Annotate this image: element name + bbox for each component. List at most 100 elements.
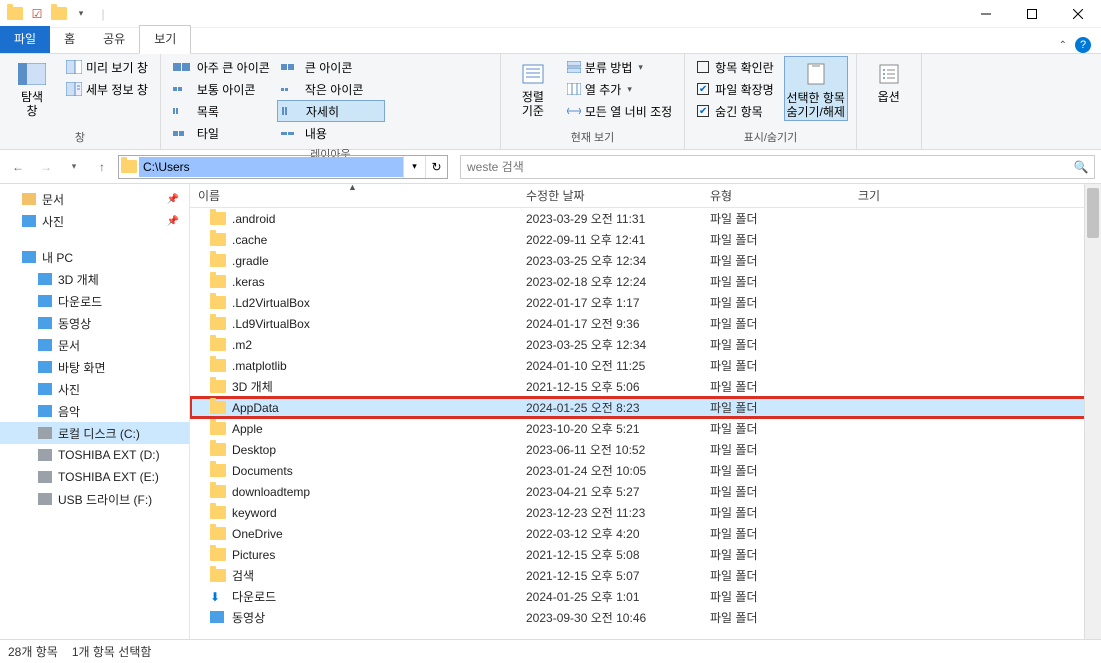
group-by-button[interactable]: 분류 방법▾ <box>563 56 676 78</box>
group-options: 옵션 <box>857 54 922 149</box>
group-current-view-label: 현재 보기 <box>509 127 676 149</box>
side-quick-0[interactable]: 문서📌 <box>0 188 189 210</box>
chk-item-checkboxes[interactable]: 항목 확인란 <box>693 56 778 78</box>
qat-dropdown-icon[interactable]: ▾ <box>72 5 90 23</box>
add-columns-button[interactable]: 열 추가▾ <box>563 78 676 100</box>
table-row[interactable]: AppData2024-01-25 오전 8:23파일 폴더 <box>190 397 1101 418</box>
preview-pane-button[interactable]: 미리 보기 창 <box>62 56 152 78</box>
layout-opt-2[interactable]: 보통 아이콘 <box>169 78 277 100</box>
side-pc-0[interactable]: 3D 개체 <box>0 268 189 290</box>
hide-selected-button[interactable]: 선택한 항목 숨기기/해제 <box>784 56 848 121</box>
chk-hidden-items[interactable]: ✔숨긴 항목 <box>693 100 778 122</box>
side-pc-2[interactable]: 동영상 <box>0 312 189 334</box>
side-pc-8[interactable]: TOSHIBA EXT (D:) <box>0 444 189 466</box>
ribbon-collapse-icon[interactable]: ⌃ <box>1059 40 1067 51</box>
table-row[interactable]: OneDrive2022-03-12 오후 4:20파일 폴더 <box>190 523 1101 544</box>
file-rows[interactable]: .android2023-03-29 오전 11:31파일 폴더.cache20… <box>190 208 1101 639</box>
table-row[interactable]: ⬇다운로드2024-01-25 오후 1:01파일 폴더 <box>190 586 1101 607</box>
table-row[interactable]: .matplotlib2024-01-10 오전 11:25파일 폴더 <box>190 355 1101 376</box>
table-row[interactable]: Apple2023-10-20 오후 5:21파일 폴더 <box>190 418 1101 439</box>
layout-opt-0[interactable]: 아주 큰 아이콘 <box>169 56 277 78</box>
scrollbar-thumb[interactable] <box>1087 188 1099 238</box>
col-size[interactable]: 크기 <box>850 187 930 204</box>
tab-file[interactable]: 파일 <box>0 26 50 53</box>
status-bar: 28개 항목 1개 항목 선택함 <box>0 639 1101 663</box>
layout-opt-3[interactable]: 작은 아이콘 <box>277 78 385 100</box>
size-columns-button[interactable]: 모든 열 너비 조정 <box>563 100 676 122</box>
side-quick-1[interactable]: 사진📌 <box>0 210 189 232</box>
close-button[interactable] <box>1055 0 1101 28</box>
address-input[interactable] <box>139 157 403 177</box>
address-dropdown-icon[interactable]: ▾ <box>403 156 425 178</box>
help-icon[interactable]: ? <box>1075 37 1091 53</box>
layout-opt-5[interactable]: 자세히 <box>277 100 385 122</box>
table-row[interactable]: 검색2021-12-15 오후 5:07파일 폴더 <box>190 565 1101 586</box>
back-button[interactable]: ← <box>6 155 30 179</box>
sidebar[interactable]: 문서📌사진📌 내 PC 3D 개체다운로드동영상문서바탕 화면사진음악로컬 디스… <box>0 184 190 639</box>
col-date[interactable]: 수정한 날짜 <box>518 187 702 204</box>
maximize-button[interactable] <box>1009 0 1055 28</box>
tab-home[interactable]: 홈 <box>50 26 89 53</box>
side-pc-3[interactable]: 문서 <box>0 334 189 356</box>
group-show-hide-label: 표시/숨기기 <box>693 127 848 149</box>
table-row[interactable]: .Ld2VirtualBox2022-01-17 오후 1:17파일 폴더 <box>190 292 1101 313</box>
table-row[interactable]: Documents2023-01-24 오전 10:05파일 폴더 <box>190 460 1101 481</box>
titlebar: ☑ ▾ | <box>0 0 1101 28</box>
ribbon: 탐색 창 미리 보기 창 세부 정보 창 창 아주 큰 아이콘큰 아이콘보통 아… <box>0 54 1101 150</box>
group-panes-label: 창 <box>8 127 152 149</box>
group-layout: 아주 큰 아이콘큰 아이콘보통 아이콘작은 아이콘목록자세히타일내용 레이아웃 <box>161 54 501 149</box>
sort-button[interactable]: 정렬 기준 <box>509 56 557 119</box>
group-current-view: 정렬 기준 분류 방법▾ 열 추가▾ 모든 열 너비 조정 현재 보기 <box>501 54 685 149</box>
status-selection: 1개 항목 선택함 <box>72 643 152 660</box>
col-type[interactable]: 유형 <box>702 187 850 204</box>
table-row[interactable]: .keras2023-02-18 오후 12:24파일 폴더 <box>190 271 1101 292</box>
qat-checkbox-icon[interactable]: ☑ <box>28 5 46 23</box>
table-row[interactable]: Desktop2023-06-11 오전 10:52파일 폴더 <box>190 439 1101 460</box>
side-pc-9[interactable]: TOSHIBA EXT (E:) <box>0 466 189 488</box>
chk-file-extensions[interactable]: ✔파일 확장명 <box>693 78 778 100</box>
details-pane-button[interactable]: 세부 정보 창 <box>62 78 152 100</box>
side-pc-1[interactable]: 다운로드 <box>0 290 189 312</box>
layout-opt-4[interactable]: 목록 <box>169 100 277 122</box>
layout-opt-7[interactable]: 내용 <box>277 122 385 144</box>
recent-dropdown[interactable]: ▾ <box>62 155 86 179</box>
group-show-hide: 항목 확인란 ✔파일 확장명 ✔숨긴 항목 선택한 항목 숨기기/해제 표시/숨… <box>685 54 857 149</box>
ribbon-tabs: 파일 홈 공유 보기 ⌃ ? <box>0 28 1101 54</box>
tab-share[interactable]: 공유 <box>89 26 139 53</box>
table-row[interactable]: 3D 개체2021-12-15 오후 5:06파일 폴더 <box>190 376 1101 397</box>
tab-view[interactable]: 보기 <box>139 25 191 54</box>
side-pc-6[interactable]: 음악 <box>0 400 189 422</box>
qat-folder-icon-2 <box>50 5 68 23</box>
table-row[interactable]: .m22023-03-25 오후 12:34파일 폴더 <box>190 334 1101 355</box>
scrollbar[interactable] <box>1084 184 1101 639</box>
search-box[interactable]: 🔍 <box>460 155 1095 179</box>
table-row[interactable]: 동영상2023-09-30 오전 10:46파일 폴더 <box>190 607 1101 628</box>
up-button[interactable]: ↑ <box>90 155 114 179</box>
table-row[interactable]: downloadtemp2023-04-21 오후 5:27파일 폴더 <box>190 481 1101 502</box>
qat-divider: | <box>94 5 112 23</box>
minimize-button[interactable] <box>963 0 1009 28</box>
sort-indicator-icon: ▲ <box>340 182 357 192</box>
side-pc-4[interactable]: 바탕 화면 <box>0 356 189 378</box>
layout-opt-1[interactable]: 큰 아이콘 <box>277 56 385 78</box>
side-pc-10[interactable]: USB 드라이브 (F:) <box>0 488 189 510</box>
layout-opt-6[interactable]: 타일 <box>169 122 277 144</box>
table-row[interactable]: keyword2023-12-23 오전 11:23파일 폴더 <box>190 502 1101 523</box>
address-folder-icon <box>119 160 139 173</box>
search-input[interactable] <box>461 160 1068 174</box>
search-icon[interactable]: 🔍 <box>1068 160 1094 174</box>
side-pc-5[interactable]: 사진 <box>0 378 189 400</box>
table-row[interactable]: .cache2022-09-11 오후 12:41파일 폴더 <box>190 229 1101 250</box>
table-row[interactable]: .gradle2023-03-25 오후 12:34파일 폴더 <box>190 250 1101 271</box>
forward-button[interactable]: → <box>34 155 58 179</box>
table-row[interactable]: .Ld9VirtualBox2024-01-17 오전 9:36파일 폴더 <box>190 313 1101 334</box>
table-row[interactable]: .android2023-03-29 오전 11:31파일 폴더 <box>190 208 1101 229</box>
side-pc-7[interactable]: 로컬 디스크 (C:) <box>0 422 189 444</box>
options-button[interactable]: 옵션 <box>865 56 913 104</box>
side-this-pc[interactable]: 내 PC <box>0 246 189 268</box>
address-bar[interactable]: ▾ ↻ <box>118 155 448 179</box>
column-headers[interactable]: 이름 수정한 날짜 유형 크기 ▲ <box>190 184 1101 208</box>
refresh-button[interactable]: ↻ <box>425 156 447 178</box>
nav-pane-button[interactable]: 탐색 창 <box>8 56 56 119</box>
table-row[interactable]: Pictures2021-12-15 오후 5:08파일 폴더 <box>190 544 1101 565</box>
